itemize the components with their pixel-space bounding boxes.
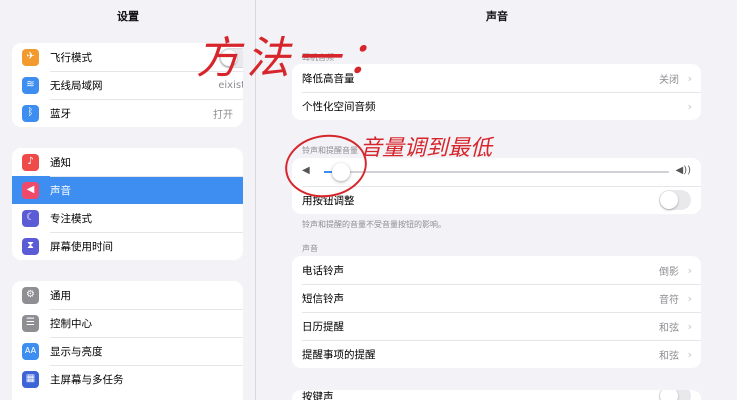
ringer-volume-group: ◀ ◀)) 用按钮调整 (292, 158, 701, 214)
bluetooth-icon: ᛒ (22, 104, 39, 122)
chevron-right-icon: › (687, 319, 692, 333)
row-value: 倒影 (659, 266, 679, 278)
bell-icon: ♪ (22, 153, 39, 171)
personalized-spatial-audio-row[interactable]: 个性化空间音频 › (292, 92, 701, 120)
chevron-right-icon: › (687, 263, 692, 277)
row-label: 按键声 (302, 390, 334, 400)
chevron-right-icon: › (687, 99, 692, 113)
sidebar-item-label: 声音 (50, 184, 71, 197)
chevron-right-icon: › (687, 347, 692, 361)
sidebar-item-focus[interactable]: ☾ 专注模式 (12, 204, 243, 232)
ringer-volume-footer: 铃声和提醒的音量不受音量按钮的影响。 (302, 220, 446, 229)
row-label: 电话铃声 (302, 264, 344, 277)
row-value: 音符 (659, 294, 679, 306)
sidebar-group-general: ⚙ 通用 ☰ 控制中心 AA 显示与亮度 ▦ 主屏幕与多任务 (12, 281, 243, 400)
sidebar-item-label: 控制中心 (50, 317, 92, 330)
volume-high-icon: ◀)) (675, 165, 692, 176)
sidebar-item-bluetooth[interactable]: ᛒ 蓝牙 打开 (12, 99, 243, 127)
speaker-icon: ◀ (22, 181, 39, 199)
volume-low-icon: ◀ (302, 165, 310, 176)
sidebar-item-screen-time[interactable]: ⧗ 屏幕使用时间 (12, 232, 243, 260)
hourglass-icon: ⧗ (22, 237, 39, 255)
airplane-icon: ✈ (22, 48, 39, 66)
sidebar-item-control-center[interactable]: ☰ 控制中心 (12, 309, 243, 337)
sidebar-item-label: 飞行模式 (50, 51, 92, 64)
row-value: 关闭 (659, 74, 679, 86)
row-value: 和弦 (659, 350, 679, 362)
sidebar-item-label: 通用 (50, 289, 71, 302)
section-header-ringer-volume: 铃声和提醒音量 (302, 146, 358, 155)
sidebar-item-sounds[interactable]: ◀ 声音 (12, 176, 243, 204)
chevron-right-icon: › (687, 71, 692, 85)
keyboard-clicks-row[interactable]: 按键声 (292, 390, 701, 400)
ringtone-row[interactable]: 电话铃声 倒影 › (292, 256, 701, 284)
sidebar-item-label: 屏幕使用时间 (50, 240, 113, 253)
grid-icon: ▦ (22, 370, 39, 388)
annotation-volume-text: 音量调到最低 (360, 136, 493, 161)
sidebar-item-label: 无线局域网 (50, 79, 103, 92)
gear-icon: ⚙ (22, 286, 39, 304)
change-with-buttons-row: 用按钮调整 (292, 186, 701, 214)
chevron-right-icon: › (687, 291, 692, 305)
sidebar-item-label: 蓝牙 (50, 107, 71, 120)
ringer-volume-slider-thumb[interactable] (332, 163, 351, 181)
sidebar-item-notifications[interactable]: ♪ 通知 (12, 148, 243, 176)
moon-icon: ☾ (22, 209, 39, 227)
section-header-sounds: 声音 (302, 244, 318, 253)
wifi-icon: ≋ (22, 76, 39, 94)
keyboard-clicks-toggle[interactable] (659, 390, 691, 400)
annotation-method-text: 方法一： (196, 33, 396, 84)
sidebar-item-label: 主屏幕与多任务 (50, 373, 124, 386)
keyboard-clicks-group: 按键声 (292, 390, 701, 400)
row-label: 用按钮调整 (302, 194, 355, 207)
sidebar-group-notifications: ♪ 通知 ◀ 声音 ☾ 专注模式 ⧗ 屏幕使用时间 (12, 148, 243, 260)
bluetooth-value: 打开 (213, 109, 233, 121)
sidebar-item-label: 专注模式 (50, 212, 92, 225)
calendar-alerts-row[interactable]: 日历提醒 和弦 › (292, 312, 701, 340)
sounds-group: 电话铃声 倒影 › 短信铃声 音符 › 日历提醒 和弦 › 提醒事项的提醒 和弦… (292, 256, 701, 368)
ringer-volume-slider-row: ◀ ◀)) (292, 158, 701, 186)
change-with-buttons-toggle[interactable] (659, 190, 691, 210)
text-size-icon: AA (22, 342, 39, 360)
row-label: 日历提醒 (302, 320, 344, 333)
text-tone-row[interactable]: 短信铃声 音符 › (292, 284, 701, 312)
sidebar-item-label: 通知 (50, 156, 71, 169)
reminder-alerts-row[interactable]: 提醒事项的提醒 和弦 › (292, 340, 701, 368)
sidebar-item-label: 显示与亮度 (50, 345, 103, 358)
row-value: 和弦 (659, 322, 679, 334)
sidebar-item-display-brightness[interactable]: AA 显示与亮度 (12, 337, 243, 365)
row-label: 个性化空间音频 (302, 100, 376, 113)
row-label: 短信铃声 (302, 292, 344, 305)
row-label: 提醒事项的提醒 (302, 348, 376, 361)
sidebar-item-home-screen[interactable]: ▦ 主屏幕与多任务 (12, 365, 243, 393)
sidebar-item-general[interactable]: ⚙ 通用 (12, 281, 243, 309)
switches-icon: ☰ (22, 314, 39, 332)
ringer-volume-track[interactable] (324, 171, 669, 173)
